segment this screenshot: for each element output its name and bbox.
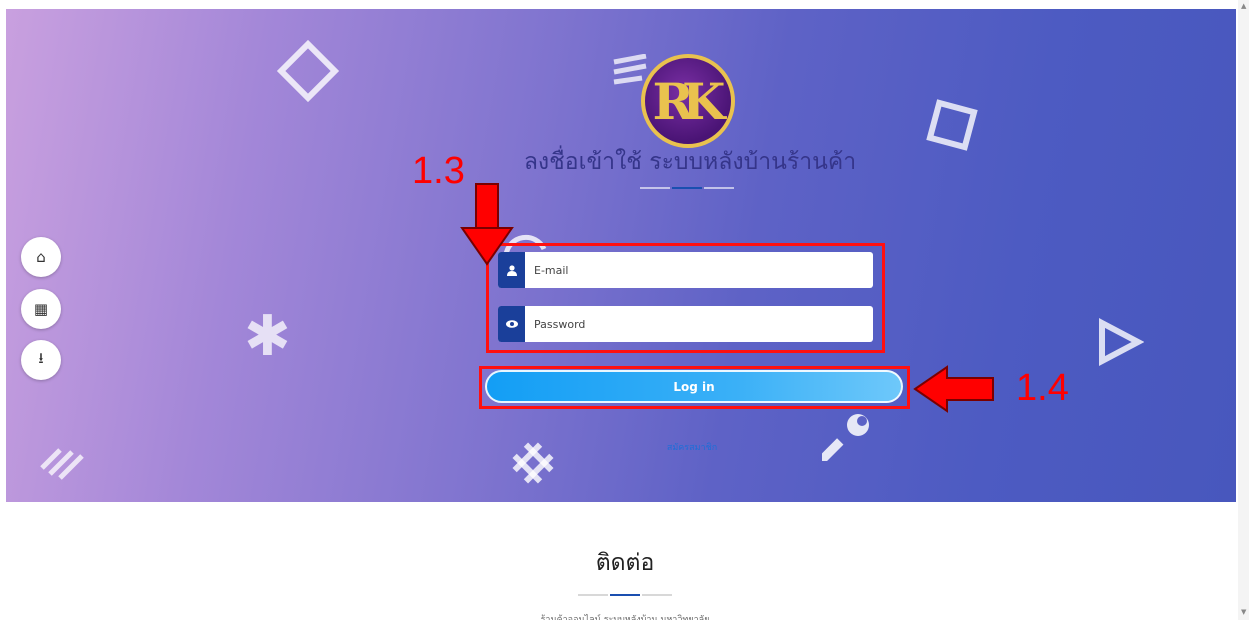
home-button[interactable]: ⌂	[21, 237, 61, 277]
credentials-highlight	[486, 243, 885, 353]
scroll-up-icon[interactable]: ▲	[1241, 2, 1246, 10]
decor-hash	[512, 442, 554, 484]
store-button[interactable]: ▦	[21, 289, 61, 329]
decor-square-1	[276, 39, 340, 103]
home-icon: ⌂	[36, 248, 46, 266]
register-link[interactable]: สมัครสมาชิก	[657, 440, 727, 454]
contact-title: ติดต่อ	[595, 550, 655, 576]
title-divider-left	[640, 187, 670, 189]
annotation-step-1-3: 1.3	[412, 150, 465, 192]
logo-text: RK	[652, 71, 725, 131]
contact-divider-right	[642, 594, 672, 596]
download-icon: ⭳	[38, 348, 44, 367]
contact-divider-mid	[610, 594, 640, 596]
title-divider-mid	[672, 187, 702, 189]
decor-wrench	[822, 414, 869, 461]
login-highlight	[479, 366, 910, 409]
decor-square-2	[926, 99, 978, 151]
brand-logo: RK	[641, 54, 735, 148]
decor-triangle	[1099, 318, 1144, 366]
arrow-left-icon	[913, 365, 994, 413]
title-divider-right	[704, 187, 734, 189]
download-button[interactable]: ⭳	[21, 340, 61, 380]
page-scrollbar[interactable]	[1238, 0, 1249, 620]
contact-address: ร้านค้าออนไลน์ ระบบหลังบ้าน มหาวิทยาลัย	[540, 615, 710, 620]
decor-asterisk: ✱	[244, 304, 291, 369]
store-icon: ▦	[33, 300, 49, 318]
decor-lines-left	[40, 448, 84, 480]
arrow-down-icon	[460, 183, 514, 266]
annotation-step-1-4: 1.4	[1016, 367, 1069, 409]
page-title: ลงชื่อเข้าใช้ ระบบหลังบ้านร้านค้า	[523, 149, 857, 175]
contact-divider-left	[578, 594, 608, 596]
scroll-down-icon[interactable]: ▼	[1241, 608, 1246, 616]
